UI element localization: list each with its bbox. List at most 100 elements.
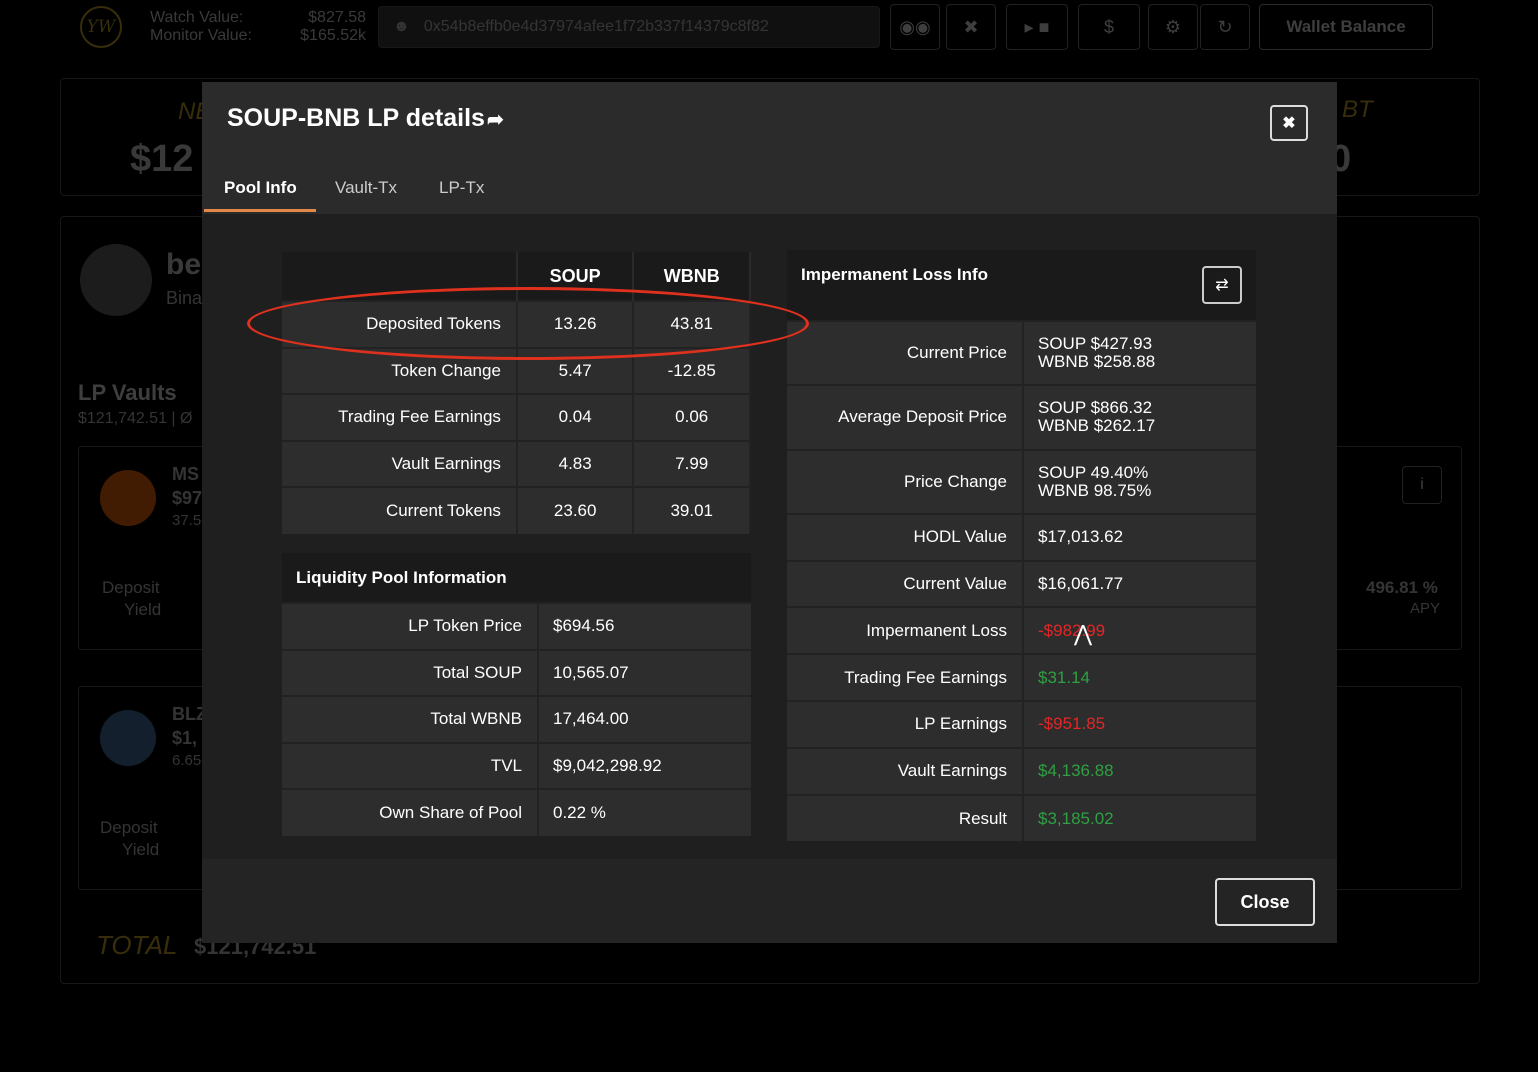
table-row: Impermanent Loss -$982.99 xyxy=(787,606,1256,655)
tab-vault-tx[interactable]: Vault-Tx xyxy=(335,178,397,198)
vault1-deposit-label: Deposit xyxy=(102,578,160,597)
watch-label: Watch Value: xyxy=(150,9,244,26)
binoculars-icon: ◉◉ xyxy=(899,16,931,37)
column-header-wbnb: WBNB xyxy=(633,252,751,301)
table-row: Token Change 5.47 -12.85 xyxy=(282,346,751,394)
row-label: Vault Earnings xyxy=(787,746,1024,795)
table-row: TVL $9,042,298.92 xyxy=(282,741,751,790)
net-worth-value: $12 xyxy=(130,138,194,180)
currency-button[interactable]: $ xyxy=(1078,4,1140,50)
gear-icon: ⚙ xyxy=(1164,16,1182,37)
table-row: HODL Value $17,013.62 xyxy=(787,512,1256,561)
wbnb-line: WBNB $262.17 xyxy=(1038,416,1156,436)
modal-header: SOUP-BNB LP details ➦ ✖ xyxy=(202,82,1337,160)
tab-pool-info[interactable]: Pool Info xyxy=(224,178,297,198)
vault2-value: $1, xyxy=(172,728,198,748)
close-icon: ✖ xyxy=(1282,115,1296,132)
binoculars-button[interactable]: ◉◉ xyxy=(890,4,940,50)
active-tab-indicator xyxy=(204,209,316,212)
monitor-label: Monitor Value: xyxy=(150,27,252,44)
flag-icon: ▸ ■ xyxy=(1024,16,1050,37)
platform-chain: Bina xyxy=(166,288,203,308)
row-value: $17,013.62 xyxy=(1023,512,1256,561)
modal-title-text: SOUP-BNB LP details xyxy=(227,104,485,132)
row-value: $4,136.88 xyxy=(1023,746,1256,795)
app-logo[interactable]: YW xyxy=(80,6,122,48)
vault1-info-button[interactable]: i xyxy=(1402,466,1442,504)
table-row: Trading Fee Earnings 0.04 0.06 xyxy=(282,393,751,441)
watch-summary: Watch Value: $827.58 Monitor Value: $165.5… xyxy=(150,9,366,45)
row-value: 17,464.00 xyxy=(538,695,751,743)
row-value: -$951.85 xyxy=(1023,700,1256,748)
row-label: Current Price xyxy=(787,319,1024,386)
vault1-apy-label: APY xyxy=(1410,600,1441,617)
refresh-icon: ↻ xyxy=(1217,16,1233,37)
wallet-balance-button[interactable]: Wallet Balance xyxy=(1259,4,1433,50)
table-row: Vault Earnings 4.83 7.99 xyxy=(282,439,751,487)
vault2-yield-label: Yield xyxy=(122,840,160,859)
table-row: Average Deposit Price SOUP $866.32 WBNB $2… xyxy=(787,384,1256,450)
address-input[interactable]: ☻ 0x54b8effb0e4d37974afee1f72b337f14379c… xyxy=(378,6,880,48)
address-value: 0x54b8effb0e4d37974afee1f72b337f14379c8f… xyxy=(423,18,769,35)
row-value: $31.14 xyxy=(1023,653,1256,702)
row-value: SOUP $866.32 WBNB $262.17 xyxy=(1023,384,1256,450)
vault2-deposit-label: Deposit xyxy=(100,818,158,837)
tab-lp-tx[interactable]: LP-Tx xyxy=(439,178,484,198)
row-value: 10,565.07 xyxy=(538,648,751,697)
vault2-sub: 6.65 xyxy=(172,752,202,769)
soup-value: 4.83 xyxy=(516,439,635,487)
column-header-soup: SOUP xyxy=(516,252,635,301)
platform-name: be xyxy=(166,248,202,281)
soup-value: 0.04 xyxy=(516,393,635,441)
row-label: Deposited Tokens xyxy=(282,300,518,348)
modal-tabs: Pool Info Vault-Tx LP-Tx xyxy=(202,160,1337,214)
row-label: Token Change xyxy=(282,346,518,394)
table-row: Deposited Tokens 13.26 43.81 xyxy=(282,300,751,348)
row-label: Total SOUP xyxy=(282,648,539,697)
modal-title: SOUP-BNB LP details ➦ xyxy=(227,104,504,133)
user-icon: ☻ xyxy=(393,18,410,35)
debt-label: BT xyxy=(1342,96,1373,123)
row-label: Trading Fee Earnings xyxy=(787,653,1024,702)
table-row: Total WBNB 17,464.00 xyxy=(282,695,751,743)
info-icon: i xyxy=(1420,476,1424,493)
vault1-name: MS xyxy=(172,464,199,484)
table-row: Current Price SOUP $427.93 WBNB $258.88 xyxy=(787,319,1256,386)
language-button[interactable]: ▸ ■ xyxy=(1006,4,1068,50)
lp-details-modal: SOUP-BNB LP details ➦ ✖ Pool Info Vault-T… xyxy=(202,82,1337,943)
row-value: SOUP 49.40% WBNB 98.75% xyxy=(1023,448,1256,514)
wbnb-line: WBNB 98.75% xyxy=(1038,480,1152,500)
text-cursor-icon: ⋀ xyxy=(1074,622,1093,647)
modal-close-x-button[interactable]: ✖ xyxy=(1270,105,1308,141)
row-label: Current Tokens xyxy=(282,486,518,534)
token-table: SOUP WBNB Deposited Tokens 13.26 43.81 Tok… xyxy=(282,252,751,534)
row-value: -$982.99 xyxy=(1023,606,1256,655)
row-label: LP Token Price xyxy=(282,602,539,650)
close-icon: ✖ xyxy=(963,16,979,37)
wbnb-value: 39.01 xyxy=(633,486,751,534)
row-value: $3,185.02 xyxy=(1023,793,1256,842)
table-row: Trading Fee Earnings $31.14 xyxy=(787,653,1256,702)
vault1-token-icon xyxy=(100,470,156,526)
lp-info-heading: Liquidity Pool Information xyxy=(282,553,751,602)
vault1-sub: 37.5 xyxy=(172,512,202,529)
soup-value: 13.26 xyxy=(516,300,635,348)
il-info-table: Current Price SOUP $427.93 WBNB $258.88 Av… xyxy=(787,319,1256,842)
row-label: Impermanent Loss xyxy=(787,606,1024,655)
row-label: TVL xyxy=(282,741,539,790)
monitor-value: $165.52k xyxy=(300,27,366,44)
share-icon[interactable]: ➦ xyxy=(487,107,504,132)
table-row: LP Earnings -$951.85 xyxy=(787,700,1256,748)
row-value: $16,061.77 xyxy=(1023,559,1256,608)
swap-button[interactable]: ⇄ xyxy=(1202,266,1242,304)
watch-value: $827.58 xyxy=(308,9,366,26)
platform-avatar xyxy=(80,244,152,316)
settings-button[interactable]: ⚙ xyxy=(1148,4,1198,50)
refresh-button[interactable]: ↻ xyxy=(1200,4,1250,50)
wbnb-value: 7.99 xyxy=(633,439,751,487)
close-button[interactable]: Close xyxy=(1215,878,1315,926)
row-label: Current Value xyxy=(787,559,1024,608)
clear-button[interactable]: ✖ xyxy=(946,4,996,50)
row-label: Result xyxy=(787,793,1024,842)
il-info-heading: Impermanent Loss Info xyxy=(801,265,989,284)
